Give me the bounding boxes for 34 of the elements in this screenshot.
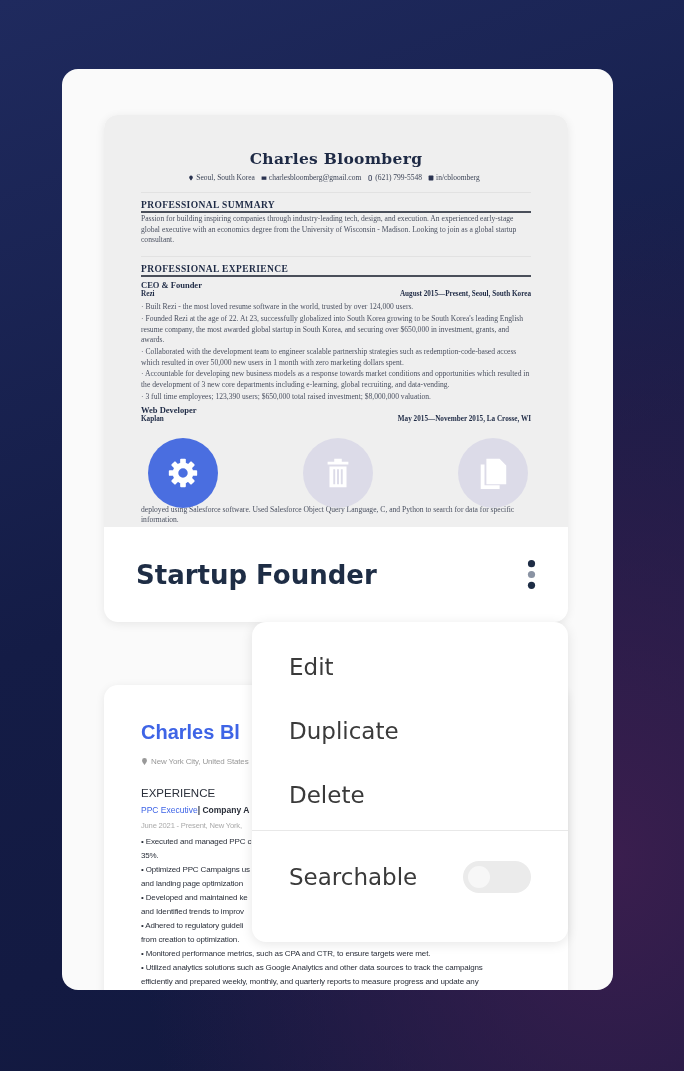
- more-options-icon[interactable]: [527, 559, 536, 590]
- resume-name: Charles Bloomberg: [248, 149, 424, 168]
- toggle-label: Searchable: [289, 864, 418, 890]
- company-name: | Company A: [197, 805, 250, 815]
- section-heading: EXPERIENCE: [141, 787, 216, 799]
- gear-icon: [166, 456, 200, 490]
- resume-name: Charles Bl: [141, 721, 240, 744]
- job-title-link[interactable]: PPC Executive: [141, 805, 198, 815]
- job-title: Web Developer: [141, 405, 198, 416]
- section-heading: PROFESSIONAL EXPERIENCE: [141, 263, 531, 278]
- bullet-text: 35%.: [141, 851, 159, 860]
- location-pin-icon: [188, 174, 195, 181]
- bullet-text: • Monitored performance metrics, such as CPA and CTR, to ensure targets were met.: [141, 949, 431, 958]
- bullet-text: • Developed and maintained ke: [141, 893, 248, 902]
- bullet-text: and landing page optimization: [141, 879, 243, 888]
- bullet-text: • Utilized analytics solutions such as Google Analytics and other data sources to track the campaigns: [141, 963, 483, 972]
- menu-item[interactable]: Duplicate: [289, 718, 399, 744]
- menu-item[interactable]: Edit: [289, 654, 334, 680]
- phone-icon: [367, 174, 374, 181]
- job-title: CEO & Founder: [141, 280, 203, 291]
- bullet-text: efficiently and prepared weekly, monthly, and quarterly reports to measure progress and update any: [141, 977, 479, 986]
- resume-title: Startup Founder: [136, 559, 377, 590]
- bullet-text: • Optimized PPC Campaigns us: [141, 865, 250, 874]
- bullet-text: and Identified trends to improv: [141, 907, 244, 916]
- location-text: New York City, United States: [151, 757, 249, 766]
- linkedin-icon: [428, 174, 435, 181]
- section-heading: PROFESSIONAL SUMMARY: [141, 199, 531, 213]
- menu-item[interactable]: Delete: [289, 782, 365, 808]
- location-pin-icon: [141, 757, 148, 766]
- envelope-icon: [260, 174, 267, 181]
- bullet-text: • Adhered to regulatory guideli: [141, 921, 244, 930]
- resume-card[interactable]: [104, 115, 568, 622]
- bullet-text: from creation to optimization.: [141, 935, 240, 944]
- bullet-text: • Executed and managed PPC c: [141, 837, 252, 846]
